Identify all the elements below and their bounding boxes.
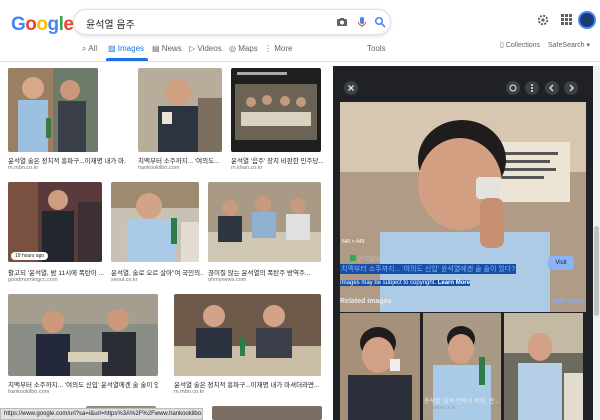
status-bar-url: https://www.google.com/url?sa=i&url=http… xyxy=(0,408,203,420)
google-logo[interactable]: Google xyxy=(11,14,74,36)
time-badge: 19 hours ago xyxy=(11,252,49,260)
apps-grid-icon[interactable] xyxy=(561,14,572,25)
result-thumbnail[interactable] xyxy=(208,182,321,262)
result-thumbnail[interactable] xyxy=(8,294,158,376)
learn-more-link[interactable]: Learn More xyxy=(438,280,470,286)
close-button[interactable] xyxy=(344,81,358,95)
result-title[interactable]: 치맥부터 소주까지... '여의도 신입' 윤석열에겐 술 술이 있다? xyxy=(8,379,158,389)
lens-icon xyxy=(509,84,517,92)
result-title[interactable]: 활고되 '윤석열, 밤 11시에 폭탄이 ... xyxy=(8,267,106,277)
top-bar: Google 윤석열 음주 ⌕ All ▨ Images ▤ News ▷ Vi… xyxy=(0,0,600,62)
result-source: hankookilbo.com xyxy=(8,389,50,395)
scrollbar[interactable] xyxy=(593,66,600,420)
tab-images[interactable]: ▨ Images xyxy=(108,44,144,53)
mic-icon[interactable] xyxy=(356,16,368,28)
result-thumbnail[interactable] xyxy=(174,294,321,376)
news-icon: ▤ xyxy=(152,44,160,53)
account-avatar[interactable] xyxy=(578,11,596,29)
active-tab-indicator xyxy=(106,58,148,61)
settings-gear-icon[interactable] xyxy=(537,14,549,26)
result-source: ohmynews.com xyxy=(208,277,247,283)
related-title[interactable]: 윤석열 '남북 연락선 복원, 관... xyxy=(424,396,500,405)
related-images-heading: Related images xyxy=(340,298,392,305)
caret-down-icon: ▾ xyxy=(586,42,591,49)
result-thumbnail[interactable] xyxy=(8,182,102,262)
tab-news[interactable]: ▤ News xyxy=(152,44,182,53)
visual-search-button[interactable] xyxy=(506,81,520,95)
tab-more[interactable]: ⋮ More xyxy=(264,44,292,53)
result-source: m.mbn.co.kr xyxy=(8,165,39,171)
next-button[interactable] xyxy=(564,81,578,95)
close-icon xyxy=(348,85,354,91)
result-title[interactable]: 윤석열 술은 정치적 흥파구...이재명 내가 마셔더라면... xyxy=(174,379,321,389)
result-title[interactable]: 윤석열 술은 정치적 흥파구...이재명 내가 마... xyxy=(8,155,126,165)
more-vert-icon: ⋮ xyxy=(264,44,272,53)
search-icon[interactable] xyxy=(374,16,386,28)
more-vert-icon xyxy=(531,84,533,92)
result-source: seoul.co.kr xyxy=(111,277,138,283)
related-image[interactable] xyxy=(340,313,420,420)
map-pin-icon: ◎ xyxy=(229,44,236,53)
preview-title-link[interactable]: 치맥부터 소주까지... '여의도 신입' 윤석열에겐 술 술이 있다? xyxy=(340,264,517,274)
more-options-button[interactable] xyxy=(525,81,539,95)
result-card[interactable]: 윤석열 술은 정치적 흥파구...이재명 내가 마셔더라면... m.mbn.c… xyxy=(174,294,321,404)
result-thumbnail[interactable] xyxy=(138,68,222,152)
scrollbar-thumb[interactable] xyxy=(594,226,599,316)
video-icon: ▷ xyxy=(189,44,196,53)
tab-maps[interactable]: ◎ Maps xyxy=(229,44,258,53)
tab-all[interactable]: ⌕ All xyxy=(82,44,97,54)
image-results-grid: 윤석열 술은 정치적 흥파구...이재명 내가 마... m.mbn.co.kr… xyxy=(0,62,333,420)
related-image[interactable] xyxy=(504,313,583,420)
image-dimensions: 640 × 449 xyxy=(342,239,365,245)
related-source: shinailbo.co.kr xyxy=(424,405,456,411)
tools-button[interactable]: Tools xyxy=(367,44,386,53)
result-card[interactable] xyxy=(212,406,322,420)
tab-videos[interactable]: ▷ Videos xyxy=(189,44,222,53)
result-title[interactable]: 윤석열, 술로 오르 살아"여 국민의... xyxy=(111,267,203,277)
visit-button[interactable]: Visit xyxy=(548,256,574,270)
source-site[interactable]: 한국일보 xyxy=(350,254,380,263)
result-thumbnail[interactable] xyxy=(111,182,199,262)
image-icon: ▨ xyxy=(108,44,116,53)
result-card[interactable]: 치맥부터 소주까지... '여의도... hankookilbo.com xyxy=(138,68,222,178)
collections-button[interactable]: ▯ Collections xyxy=(500,41,540,49)
result-card[interactable]: 치맥부터 소주까지... '여의도 신입' 윤석열에겐 술 술이 있다? han… xyxy=(8,294,158,404)
result-thumbnail[interactable] xyxy=(212,406,322,420)
result-thumbnail[interactable] xyxy=(8,68,98,152)
safesearch-button[interactable]: SafeSearch ▾ xyxy=(548,41,590,49)
result-title[interactable]: 끊이질 않는 윤석열의 폭탄주 방역주... xyxy=(208,267,320,277)
result-source: m.khan.co.kr xyxy=(231,165,263,171)
chevron-left-icon xyxy=(549,84,554,92)
chevron-right-icon xyxy=(569,84,574,92)
copyright-notice: Images may be subject to copyright. Lear… xyxy=(340,280,471,286)
result-source: hankookilbo.com xyxy=(138,165,180,171)
result-title[interactable]: 치맥부터 소주까지... '여의도... xyxy=(138,155,228,165)
result-source: goodmorningcc.com xyxy=(8,277,58,283)
result-card[interactable]: 윤석열 술은 정치적 흥파구...이재명 내가 마... m.mbn.co.kr xyxy=(8,68,126,178)
result-card[interactable]: 윤석열 '음주' 장치 비판한 민주당... m.khan.co.kr xyxy=(231,68,323,178)
result-title[interactable]: 윤석열 '음주' 장치 비판한 민주당... xyxy=(231,155,323,165)
search-input[interactable]: 윤석열 음주 xyxy=(86,16,135,31)
previous-button[interactable] xyxy=(545,81,559,95)
bookmark-icon: ▯ xyxy=(500,42,504,49)
result-source: m.mbn.co.kr xyxy=(174,389,205,395)
camera-icon[interactable] xyxy=(336,16,348,28)
site-favicon xyxy=(350,255,356,261)
see-more-link[interactable]: See more xyxy=(553,298,583,305)
search-box[interactable]: 윤석열 음주 xyxy=(73,9,391,35)
result-thumbnail[interactable] xyxy=(231,68,321,152)
